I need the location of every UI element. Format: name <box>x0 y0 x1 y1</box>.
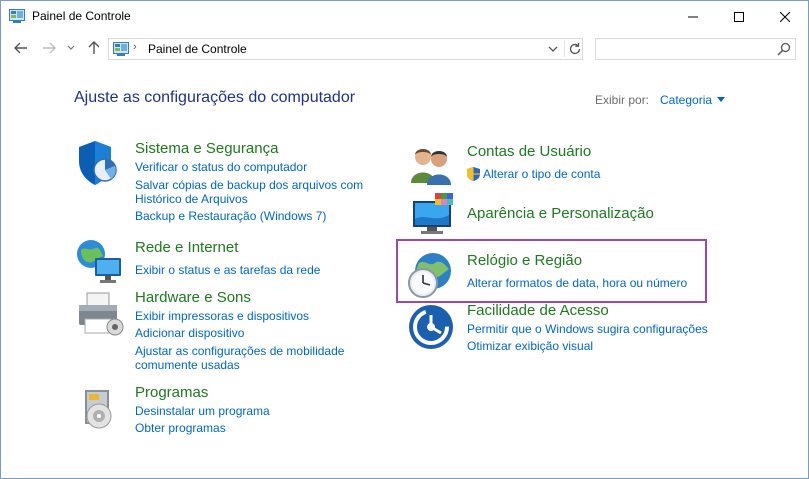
uac-shield-icon <box>467 167 480 181</box>
chevron-down-icon <box>67 45 75 50</box>
arrow-up-icon <box>88 41 100 54</box>
divider <box>564 41 565 57</box>
close-icon <box>780 11 790 22</box>
arrow-left-icon <box>14 42 27 54</box>
page-title: Ajuste as configurações do computador <box>74 89 356 106</box>
users-icon[interactable] <box>407 141 457 191</box>
chevron-down-icon[interactable] <box>547 43 559 55</box>
breadcrumb-separator[interactable]: › <box>133 41 137 53</box>
navigation-bar: › Painel de Controle <box>1 32 808 65</box>
close-button[interactable] <box>762 1 808 32</box>
search-input[interactable] <box>595 38 796 60</box>
category-title-rede[interactable]: Rede e Internet <box>135 239 238 256</box>
ease-of-access-icon[interactable] <box>407 303 457 353</box>
printer-icon[interactable] <box>75 289 125 339</box>
link-backup-restauracao[interactable]: Backup e Restauração (Windows 7) <box>135 209 326 223</box>
programs-icon[interactable] <box>75 384 125 434</box>
appearance-monitor-icon[interactable] <box>407 191 457 241</box>
address-bar[interactable]: › Painel de Controle <box>108 38 583 60</box>
search-icon[interactable] <box>777 42 791 56</box>
category-title-programas[interactable]: Programas <box>135 384 208 401</box>
forward-button[interactable] <box>40 39 58 57</box>
link-historico-arquivos[interactable]: Histórico de Arquivos <box>135 192 248 206</box>
selection-highlight <box>396 239 707 303</box>
control-panel-icon <box>113 42 129 56</box>
category-title-aparencia[interactable]: Aparência e Personalização <box>467 205 654 222</box>
window-title: Painel de Controle <box>32 9 131 23</box>
maximize-button[interactable] <box>716 1 762 32</box>
link-status-rede[interactable]: Exibir o status e as tarefas da rede <box>135 263 320 277</box>
link-otimizar-exibicao[interactable]: Otimizar exibição visual <box>467 339 593 353</box>
view-by-dropdown[interactable]: Categoria <box>660 93 712 107</box>
link-salvar-copias[interactable]: Salvar cópias de backup dos arquivos com <box>135 178 363 192</box>
link-alterar-tipo-conta[interactable]: Alterar o tipo de conta <box>483 167 600 181</box>
title-bar: Painel de Controle <box>1 1 808 32</box>
minimize-icon <box>688 16 698 17</box>
link-exibir-impressoras[interactable]: Exibir impressoras e dispositivos <box>135 309 309 323</box>
arrow-right-icon <box>43 42 56 54</box>
link-ajustar-mobilidade[interactable]: Ajustar as configurações de mobilidade <box>135 344 344 358</box>
link-adicionar-dispositivo[interactable]: Adicionar dispositivo <box>135 326 244 340</box>
maximize-icon <box>734 11 744 22</box>
control-panel-icon <box>9 9 25 23</box>
breadcrumb[interactable]: Painel de Controle <box>148 42 247 56</box>
recent-locations-button[interactable] <box>65 39 77 57</box>
view-by-label: Exibir por: <box>595 93 650 107</box>
category-title-contas[interactable]: Contas de Usuário <box>467 143 591 160</box>
category-title-sistema[interactable]: Sistema e Segurança <box>135 140 278 157</box>
link-permitir-sugestoes[interactable]: Permitir que o Windows sugira configuraç… <box>467 322 708 336</box>
link-desinstalar[interactable]: Desinstalar um programa <box>135 404 270 418</box>
network-globe-icon[interactable] <box>75 236 125 286</box>
back-button[interactable] <box>12 39 30 57</box>
refresh-icon[interactable] <box>568 42 582 56</box>
minimize-button[interactable] <box>670 1 716 32</box>
category-title-facilidade[interactable]: Facilidade de Acesso <box>467 302 609 319</box>
up-button[interactable] <box>85 39 103 57</box>
link-comumente-usadas[interactable]: comumente usadas <box>135 358 240 372</box>
caret-down-icon[interactable] <box>716 96 726 104</box>
link-obter-programas[interactable]: Obter programas <box>135 421 226 435</box>
category-title-hardware[interactable]: Hardware e Sons <box>135 289 251 306</box>
link-verificar-status[interactable]: Verificar o status do computador <box>135 160 307 174</box>
shield-icon[interactable] <box>75 139 125 189</box>
control-panel-window: Painel de Controle › Painel de Controle … <box>0 0 809 479</box>
